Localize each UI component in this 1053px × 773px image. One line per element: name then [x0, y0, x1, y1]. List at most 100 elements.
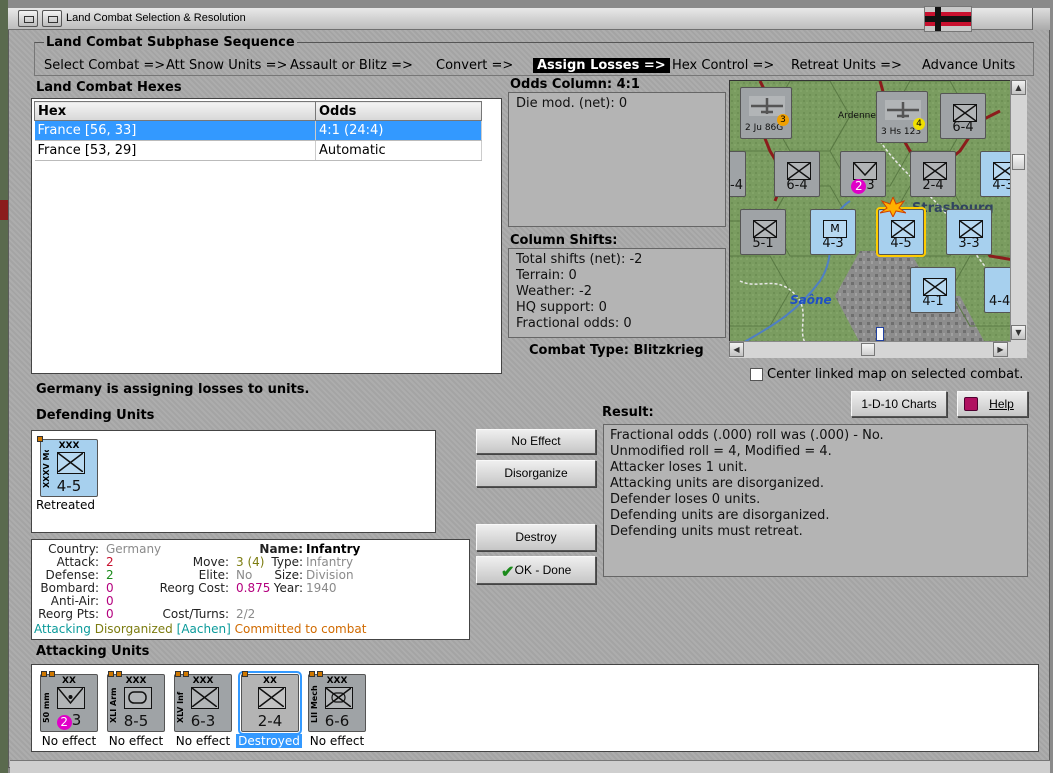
system-menu-icon[interactable] [18, 10, 38, 27]
column-header-hex[interactable]: Hex [34, 101, 316, 121]
checkmark-icon: ✔ [501, 564, 515, 581]
move-label: Move: [192, 555, 229, 569]
attacking-unit-counter[interactable]: XX 50 mm 23 [40, 671, 98, 732]
cost-turns-label: Cost/Turns: [162, 607, 229, 621]
name-label: Name: [259, 542, 303, 556]
year-value: 1940 [306, 581, 337, 595]
scroll-left-icon[interactable]: ◀ [729, 342, 744, 357]
ok-done-button[interactable]: ✔ OK - Done [476, 556, 596, 584]
scroll-corner [1011, 342, 1027, 358]
artillery-symbol-icon [57, 687, 85, 709]
map-unit-str: 3 [866, 178, 875, 193]
size-value: Division [306, 568, 354, 582]
map-horizontal-scrollbar[interactable]: ◀ ▶ [729, 341, 1011, 358]
seq-hex-control: Hex Control => [672, 58, 775, 73]
table-row[interactable]: France [53, 29] Automatic [34, 140, 482, 161]
restore-icon[interactable] [42, 10, 62, 27]
map-unit-air[interactable]: 2 Ju 86G 3 [740, 87, 792, 139]
attacking-unit-counter[interactable]: XXX LII Mech 6-6 [308, 671, 366, 732]
result-panel: Fractional odds (.000) roll was (.000) -… [603, 424, 1028, 577]
result-line: Fractional odds (.000) roll was (.000) -… [610, 428, 884, 443]
disorganize-button[interactable]: Disorganize [476, 460, 596, 487]
map-unit[interactable]: M 4-3 [810, 209, 856, 255]
column-shifts-title: Column Shifts: [510, 233, 618, 248]
hex-table: Hex Odds France [56, 33] 4:1 (24:4) Fran… [34, 101, 482, 161]
column-shifts-panel: Total shifts (net): -2 Terrain: 0 Weathe… [508, 248, 726, 338]
map-unit-tag: 4 [913, 118, 925, 130]
status-disorganized: Disorganized [94, 622, 173, 636]
center-map-label: Center linked map on selected combat. [767, 367, 1024, 382]
map-unit[interactable]: 3-3 [946, 209, 992, 255]
map-vertical-scrollbar[interactable]: ▲ ▼ [1010, 80, 1027, 342]
attack-label: Attack: [56, 555, 99, 569]
ok-done-label: OK - Done [514, 563, 572, 577]
move-value: 3 [236, 555, 244, 569]
attacking-unit-status: Destroyed [236, 734, 302, 748]
attacking-unit-counter-selected[interactable]: XX 2-4 [238, 671, 302, 735]
column-header-odds[interactable]: Odds [315, 101, 482, 121]
map-unit[interactable]: 6-4 [774, 151, 820, 197]
status-message: Germany is assigning losses to units. [36, 382, 310, 397]
seq-att-snow-units: Att Snow Units => [166, 58, 288, 73]
seq-select-combat: Select Combat => [44, 58, 166, 73]
odds-column-title: Odds Column: 4:1 [510, 77, 640, 92]
odds-cell[interactable]: Automatic [315, 140, 482, 161]
attacking-units-title: Attacking Units [36, 644, 150, 659]
elite-value: No [236, 568, 253, 582]
scroll-right-icon[interactable]: ▶ [993, 342, 1008, 357]
flag-marker-icon [876, 327, 884, 341]
scroll-down-icon[interactable]: ▼ [1011, 325, 1026, 340]
hq-support-shift: HQ support: 0 [516, 300, 607, 315]
reorg-pts-label: Reorg Pts: [38, 607, 99, 621]
map-unit[interactable]: 5-1 [740, 209, 786, 255]
result-line: Attacking units are disorganized. [610, 476, 824, 491]
help-button[interactable]: Help [957, 391, 1028, 417]
seq-advance-units: Advance Units [922, 58, 1016, 73]
unit-size: XX [263, 676, 277, 686]
country-label: Country: [48, 542, 99, 556]
map-label-saone: Saône [790, 293, 832, 307]
fractional-odds-shift: Fractional odds: 0 [516, 316, 632, 331]
map-unit[interactable]: -4 [730, 151, 746, 197]
attacking-unit-counter[interactable]: XXX XLV Inf 6-3 [174, 671, 232, 732]
combat-type: Combat Type: Blitzkrieg [529, 343, 704, 358]
explosion-icon [879, 195, 907, 219]
map-unit[interactable]: 6-4 [940, 93, 986, 139]
center-map-checkbox[interactable] [750, 368, 763, 381]
window-title: Land Combat Selection & Resolution [66, 12, 246, 24]
map-unit[interactable]: 2-4 [910, 151, 956, 197]
charts-button[interactable]: 1-D-10 Charts [851, 391, 947, 417]
hex-list: Hex Odds France [56, 33] 4:1 (24:4) Fran… [31, 98, 502, 374]
defending-unit-status: Retreated [36, 498, 95, 512]
result-line: Defending units must retreat. [610, 524, 803, 539]
unit-strength: 6-3 [190, 712, 216, 730]
no-effect-button[interactable]: No Effect [476, 429, 596, 454]
hex-cell[interactable]: France [53, 29] [34, 140, 316, 161]
close-button[interactable] [1032, 8, 1050, 30]
scroll-thumb-v[interactable] [1012, 154, 1025, 170]
attacking-unit-status: No effect [175, 734, 231, 748]
result-title: Result: [602, 405, 654, 420]
odds-cell[interactable]: 4:1 (24:4) [315, 120, 482, 141]
table-row[interactable]: France [56, 33] 4:1 (24:4) [34, 120, 482, 141]
hex-list-title: Land Combat Hexes [36, 80, 182, 95]
cost-turns-value: 2/2 [236, 607, 256, 621]
scroll-up-icon[interactable]: ▲ [1011, 80, 1026, 95]
map-unit-air[interactable]: 3 Hs 123 4 [876, 91, 928, 143]
map-unit[interactable]: 23 [840, 151, 886, 197]
hex-cell[interactable]: France [56, 33] [34, 120, 316, 141]
defending-unit-counter[interactable]: XXX XXXV Mot 4-5 [37, 436, 98, 497]
defense-value: 2 [106, 568, 114, 582]
armor-symbol-icon [124, 687, 152, 709]
attacking-unit-counter[interactable]: XXX XLI Arm 8-5 [107, 671, 165, 732]
size-label: Size: [274, 568, 303, 582]
antiair-label: Anti-Air: [50, 594, 99, 608]
map-unit-str: 6-4 [786, 178, 808, 193]
scroll-thumb-h[interactable] [861, 343, 875, 356]
defense-label: Defense: [45, 568, 99, 582]
linked-map[interactable]: Ardenne Strasbourg Saône 2 Ju 86G 3 3 Hs… [729, 80, 1027, 358]
move-extra: (4) [247, 555, 265, 569]
map-unit[interactable]: 4-1 [910, 267, 956, 313]
destroy-button[interactable]: Destroy [476, 524, 596, 551]
bottom-scrollbar[interactable] [10, 760, 1050, 773]
